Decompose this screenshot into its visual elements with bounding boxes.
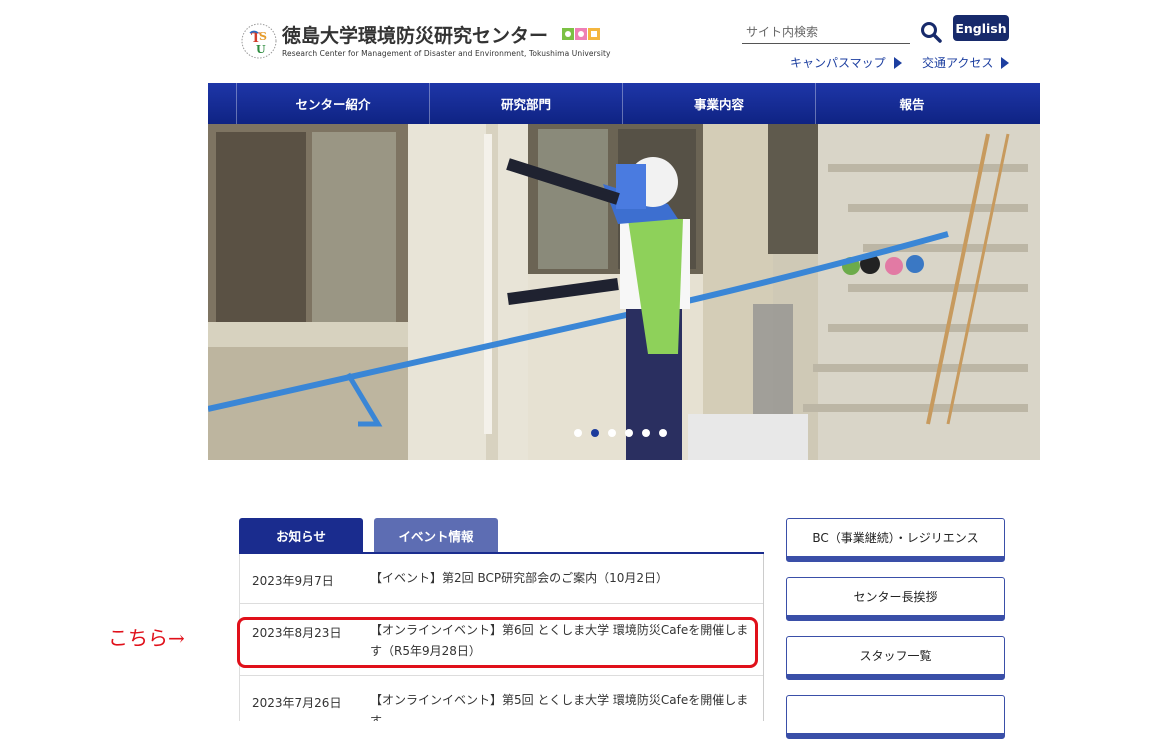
sidebar-button-bc-resilience[interactable]: BC（事業継続）・レジリエンス xyxy=(786,518,1005,562)
search-icon[interactable] xyxy=(919,20,943,44)
hero-slider[interactable] xyxy=(208,124,1040,460)
site-header: T S U 徳島大学環境防災研究センター Research Center for… xyxy=(208,0,1040,83)
news-date: 2023年9月7日 xyxy=(252,574,334,588)
site-title[interactable]: 徳島大学環境防災研究センター xyxy=(282,21,548,48)
slider-dot[interactable] xyxy=(625,429,633,437)
tab-events[interactable]: イベント情報 xyxy=(374,518,498,552)
svg-text:S: S xyxy=(259,30,267,43)
news-tabs: お知らせ イベント情報 xyxy=(239,518,764,554)
sidebar-button[interactable] xyxy=(786,695,1005,739)
campus-map-label: キャンパスマップ xyxy=(790,56,886,70)
brand-badge-icon xyxy=(562,27,601,46)
tab-news[interactable]: お知らせ xyxy=(239,518,363,552)
slider-dot[interactable] xyxy=(574,429,582,437)
english-button[interactable]: English xyxy=(953,15,1009,41)
nav-item-reports[interactable]: 報告 xyxy=(815,83,1008,124)
nav-item-projects[interactable]: 事業内容 xyxy=(622,83,815,124)
slider-dots xyxy=(574,429,667,437)
news-title[interactable]: 【イベント】第2回 BCP研究部会のご案内（10月2日） xyxy=(370,568,752,589)
site-subtitle: Research Center for Management of Disast… xyxy=(282,49,611,58)
news-date: 2023年7月26日 xyxy=(252,696,342,710)
sidebar-button-director-greeting[interactable]: センター長挨拶 xyxy=(786,577,1005,621)
sidebar-button-staff-list[interactable]: スタッフ一覧 xyxy=(786,636,1005,680)
access-link[interactable]: 交通アクセス xyxy=(922,54,1010,71)
slider-dot-active[interactable] xyxy=(591,429,599,437)
university-logo-icon[interactable]: T S U xyxy=(240,22,278,60)
arrow-right-icon xyxy=(893,56,902,69)
news-title[interactable]: 【オンラインイベント】第5回 とくしま大学 環境防災Cafeを開催します xyxy=(370,690,752,721)
slider-dot[interactable] xyxy=(642,429,650,437)
news-item[interactable]: 2023年9月7日 【イベント】第2回 BCP研究部会のご案内（10月2日） xyxy=(240,554,763,604)
site-search-input[interactable] xyxy=(742,20,910,44)
campus-map-link[interactable]: キャンパスマップ xyxy=(790,54,902,71)
hero-photo xyxy=(208,124,1040,460)
access-label: 交通アクセス xyxy=(922,56,994,70)
slider-dot[interactable] xyxy=(608,429,616,437)
nav-item-center[interactable]: センター紹介 xyxy=(236,83,429,124)
arrow-right-icon xyxy=(1001,56,1010,69)
svg-text:U: U xyxy=(256,43,266,56)
annotation-label: こちら→ xyxy=(108,626,185,650)
highlight-box xyxy=(237,617,758,668)
news-item[interactable]: 2023年7月26日 【オンラインイベント】第5回 とくしま大学 環境防災Caf… xyxy=(240,676,763,721)
slider-dot[interactable] xyxy=(659,429,667,437)
global-nav: センター紹介 研究部門 事業内容 報告 xyxy=(208,83,1040,124)
nav-item-research[interactable]: 研究部門 xyxy=(429,83,622,124)
